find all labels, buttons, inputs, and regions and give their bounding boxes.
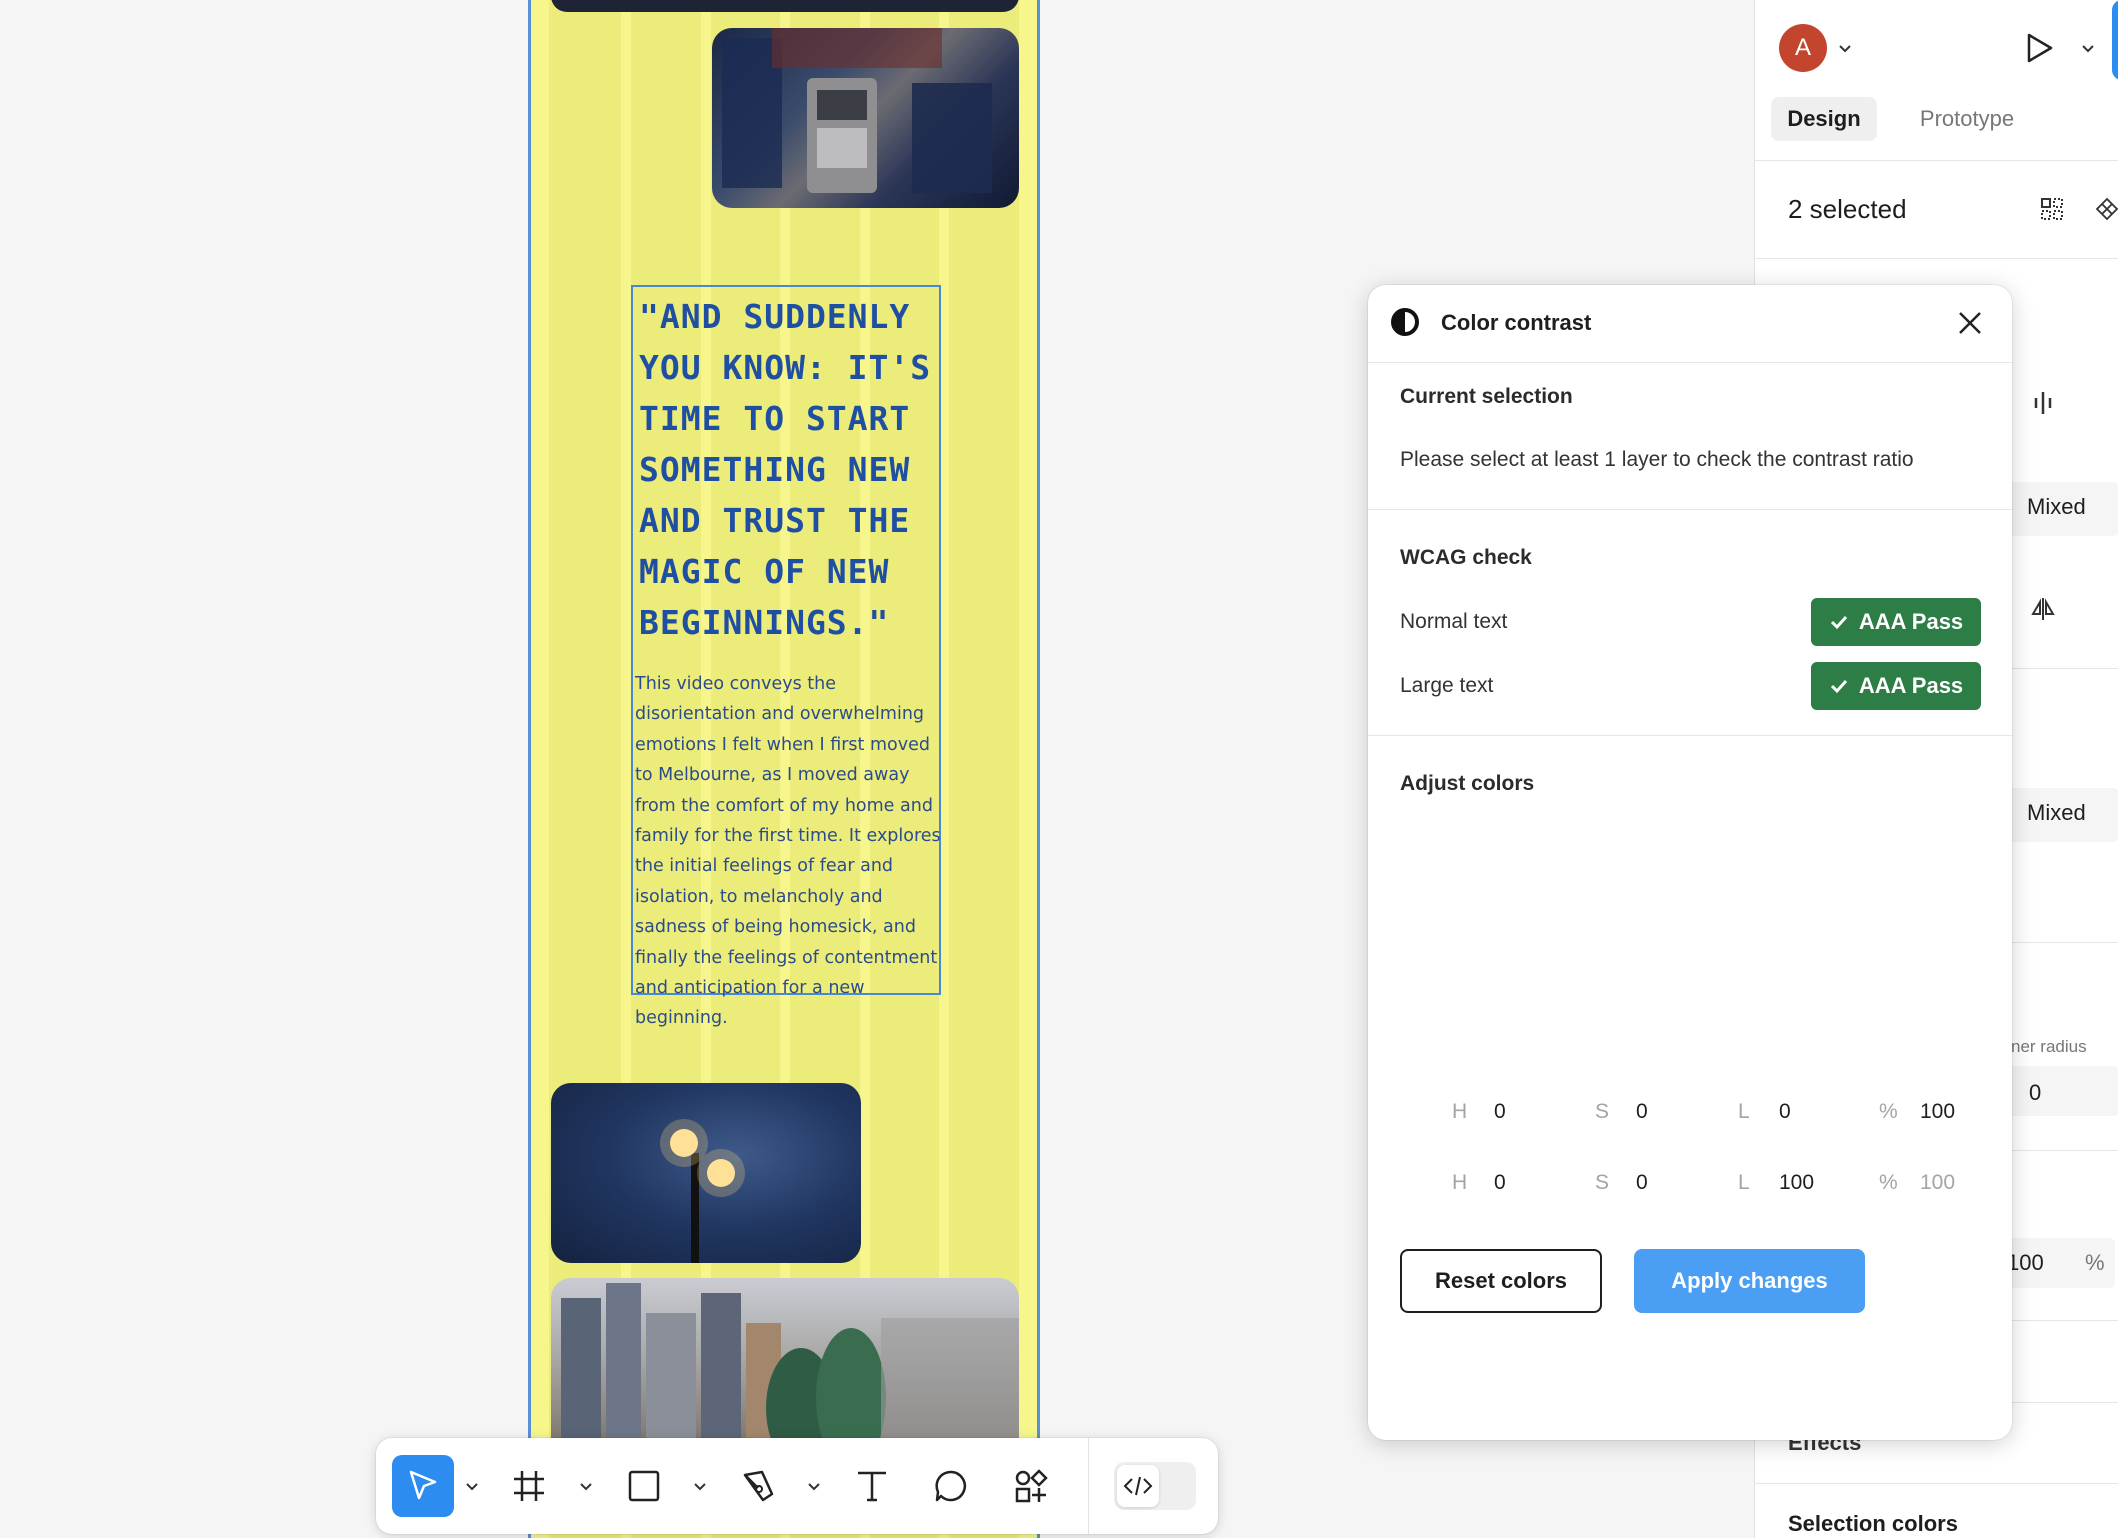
opacity-input[interactable]: 100 bbox=[2007, 1250, 2044, 1276]
large-text-pass-badge: AAA Pass bbox=[1811, 662, 1981, 710]
comment-icon bbox=[935, 1470, 967, 1502]
reset-colors-button[interactable]: Reset colors bbox=[1400, 1249, 1602, 1313]
corner-radius-label: ner radius bbox=[2011, 1037, 2087, 1056]
chevron-down-icon[interactable] bbox=[806, 1478, 822, 1494]
move-tool[interactable] bbox=[392, 1455, 454, 1517]
bg-saturation-input[interactable]: 0 bbox=[1636, 1171, 1648, 1195]
rectangle-icon bbox=[628, 1470, 660, 1502]
saturation-label: S bbox=[1595, 1171, 1610, 1194]
chevron-down-icon[interactable] bbox=[692, 1478, 708, 1494]
pen-icon bbox=[743, 1470, 774, 1502]
normal-text-pass-badge: AAA Pass bbox=[1811, 598, 1981, 646]
flip-horizontal-icon[interactable] bbox=[2030, 596, 2056, 622]
mixed-value-2[interactable]: Mixed bbox=[2027, 800, 2086, 826]
tab-design[interactable]: Design bbox=[1771, 97, 1877, 141]
check-icon bbox=[1830, 679, 1847, 694]
chevron-down-icon[interactable] bbox=[1837, 40, 1853, 56]
actions-tool[interactable] bbox=[1000, 1455, 1062, 1517]
selection-count: 2 selected bbox=[1788, 194, 1907, 224]
hue-label: H bbox=[1452, 1100, 1468, 1123]
saturation-label: S bbox=[1595, 1100, 1610, 1123]
grid-icon[interactable] bbox=[2039, 196, 2065, 222]
quote-description: This video conveys the disorientation an… bbox=[635, 674, 941, 1029]
close-icon[interactable] bbox=[1957, 310, 1983, 336]
tab-prototype[interactable]: Prototype bbox=[1897, 97, 2037, 141]
lightness-label: L bbox=[1738, 1171, 1750, 1194]
frame-icon bbox=[514, 1471, 544, 1501]
fg-hue-input[interactable]: 0 bbox=[1494, 1100, 1506, 1124]
dev-mode-toggle[interactable] bbox=[1114, 1462, 1196, 1510]
dialog-title: Color contrast bbox=[1441, 310, 1592, 335]
bg-alpha-input[interactable]: 100 bbox=[1920, 1171, 1955, 1195]
chevron-down-icon[interactable] bbox=[578, 1478, 594, 1494]
fg-alpha-input[interactable]: 100 bbox=[1920, 1100, 1955, 1124]
user-avatar[interactable]: A bbox=[1779, 24, 1827, 72]
pen-tool[interactable] bbox=[727, 1455, 789, 1517]
hue-label: H bbox=[1452, 1171, 1468, 1194]
chevron-down-icon[interactable] bbox=[2080, 40, 2096, 56]
alpha-label: % bbox=[1879, 1100, 1898, 1123]
comment-tool[interactable] bbox=[920, 1455, 982, 1517]
opacity-unit: % bbox=[2085, 1250, 2105, 1275]
text-tool[interactable] bbox=[841, 1455, 903, 1517]
play-icon[interactable] bbox=[2025, 32, 2055, 64]
mixed-value-1[interactable]: Mixed bbox=[2027, 494, 2086, 520]
rectangle-tool[interactable] bbox=[613, 1455, 675, 1517]
share-button[interactable] bbox=[2112, 0, 2118, 80]
color-contrast-dialog: Color contrast Current selection Please … bbox=[1368, 285, 2012, 1440]
alpha-label: % bbox=[1879, 1171, 1898, 1194]
quote-text-block[interactable]: "AND SUDDENLY YOU KNOW: IT'S TIME TO STA… bbox=[631, 285, 941, 1028]
avatar-initial: A bbox=[1794, 34, 1811, 61]
text-icon bbox=[858, 1471, 886, 1502]
large-text-label: Large text bbox=[1400, 674, 1494, 697]
align-center-icon[interactable] bbox=[2030, 390, 2056, 416]
code-icon bbox=[1117, 1465, 1159, 1507]
frame-tool[interactable] bbox=[498, 1455, 560, 1517]
plugin-logo-icon bbox=[1391, 308, 1419, 336]
chevron-down-icon[interactable] bbox=[464, 1478, 480, 1494]
street-lamp-image[interactable] bbox=[551, 1083, 861, 1263]
adjust-colors-heading: Adjust colors bbox=[1400, 772, 1535, 795]
apply-changes-button[interactable]: Apply changes bbox=[1634, 1249, 1865, 1313]
cropped-top-image[interactable] bbox=[551, 0, 1019, 12]
corner-radius-input[interactable]: 0 bbox=[2029, 1080, 2041, 1106]
bg-lightness-input[interactable]: 100 bbox=[1779, 1171, 1814, 1195]
normal-text-label: Normal text bbox=[1400, 610, 1508, 633]
shapes-plus-icon bbox=[1015, 1469, 1048, 1503]
lightness-label: L bbox=[1738, 1100, 1750, 1123]
wcag-heading: WCAG check bbox=[1400, 546, 1532, 569]
fg-lightness-input[interactable]: 0 bbox=[1779, 1100, 1791, 1124]
current-selection-heading: Current selection bbox=[1400, 385, 1573, 408]
quote-heading: "AND SUDDENLY YOU KNOW: IT'S TIME TO STA… bbox=[639, 297, 932, 642]
check-icon bbox=[1830, 615, 1847, 630]
bottom-toolbar bbox=[376, 1438, 1218, 1534]
payphone-image[interactable] bbox=[712, 28, 1019, 208]
selection-message: Please select at least 1 layer to check … bbox=[1400, 448, 1914, 471]
fg-saturation-input[interactable]: 0 bbox=[1636, 1100, 1648, 1124]
bg-hue-input[interactable]: 0 bbox=[1494, 1171, 1506, 1195]
cursor-icon bbox=[409, 1470, 437, 1500]
selection-colors-label: Selection colors bbox=[1788, 1511, 1958, 1536]
component-icon[interactable] bbox=[2094, 196, 2118, 222]
canvas-frame[interactable]: "AND SUDDENLY YOU KNOW: IT'S TIME TO STA… bbox=[528, 0, 1040, 1538]
